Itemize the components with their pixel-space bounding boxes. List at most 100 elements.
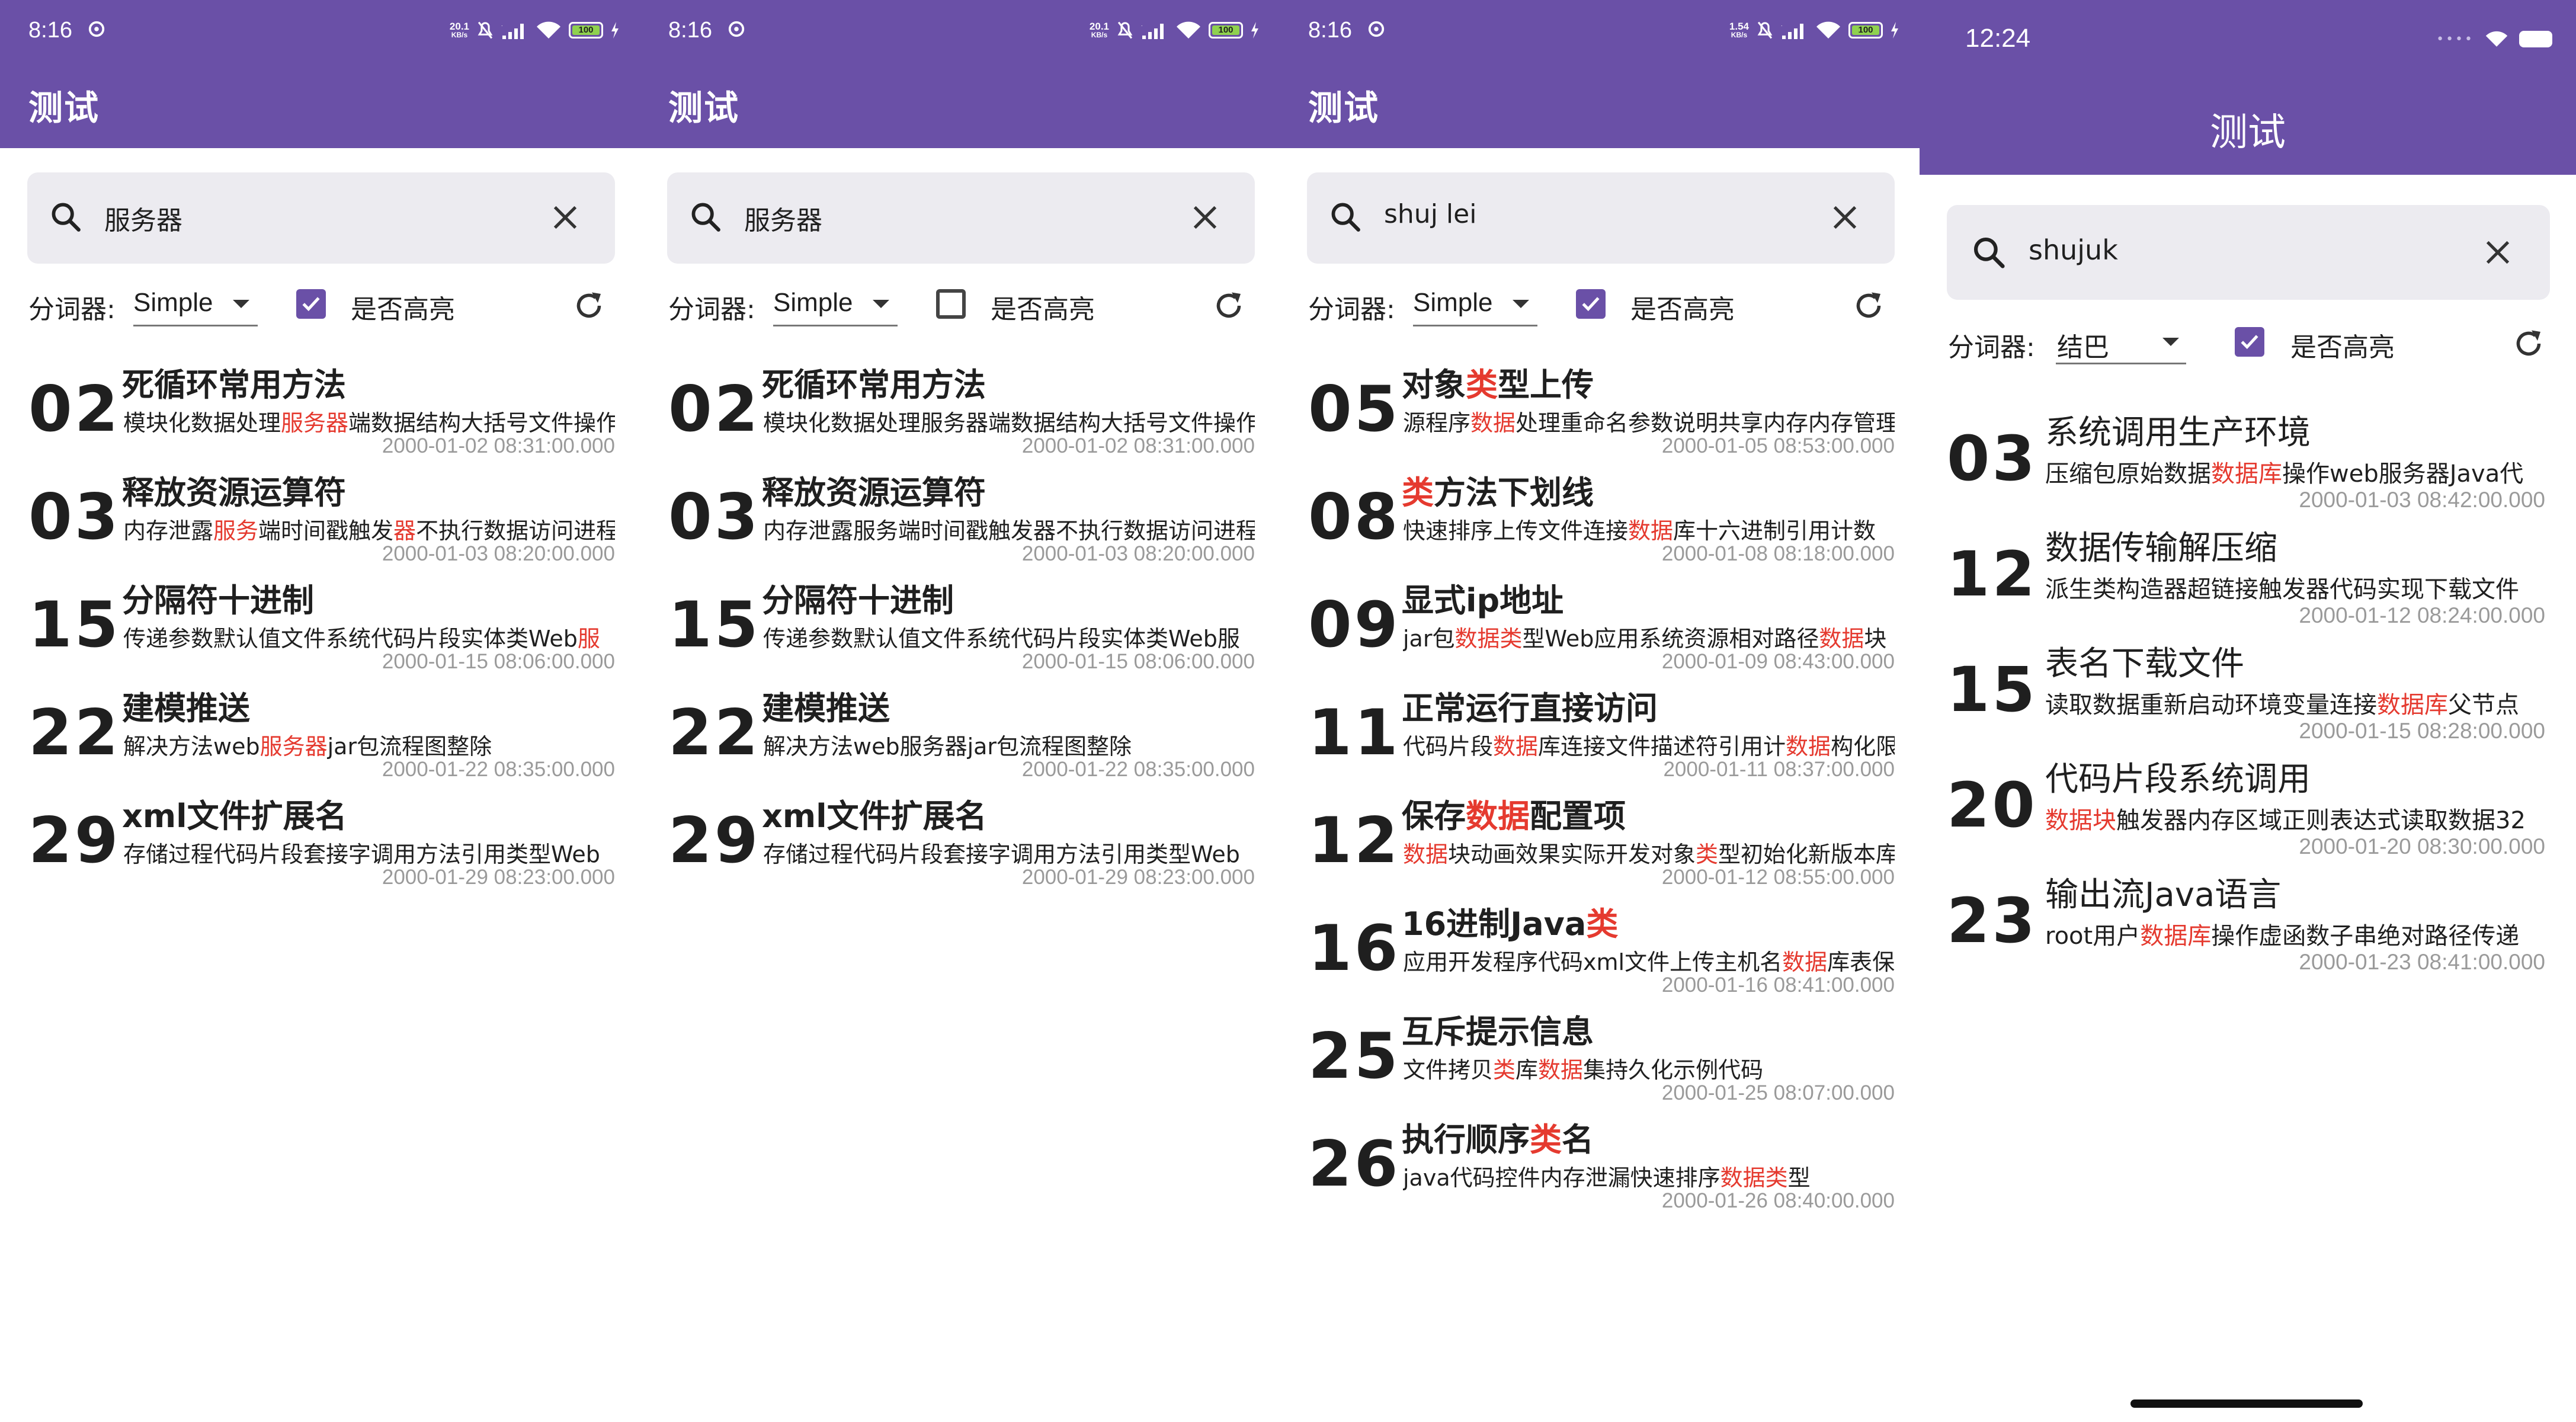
list-item[interactable]: 05 对象类型上传 源程序数据处理重命名参数说明共享内存内存管理 2000-01-05… [1280, 358, 1920, 466]
highlight-text: 数据库 [2211, 460, 2282, 488]
list-item[interactable]: 03 系统调用生产环境 压缩包原始数据数据库操作web服务器Java代 2000-01… [1920, 406, 2576, 521]
text-segment: 型初始化新版本库 [1718, 841, 1895, 867]
item-description: 派生类构造器超链接触发器代码实现下载文件 [2045, 570, 2552, 604]
item-description: 内存泄露服务端时间戳触发器不执行数据访问进程 [123, 513, 615, 545]
item-title: 释放资源运算符 [762, 466, 986, 513]
list-item[interactable]: 29 xml文件扩展名 存储过程代码片段套接字调用方法引用类型Web 2000-01-… [0, 790, 640, 898]
item-description: 内存泄露服务端时间戳触发器不执行数据访问进程 [763, 513, 1255, 545]
highlight-checkbox[interactable] [936, 289, 966, 319]
list-item[interactable]: 22 建模推送 解决方法web服务器jar包流程图整除 2000-01-22 08:3… [640, 682, 1280, 790]
item-date: 2000-01-09 08:43:00.000 [1661, 650, 1895, 673]
select-underline [133, 325, 258, 326]
tokenizer-label: 分词器: [1308, 294, 1395, 325]
text-segment: java代码控件内存泄漏快速排序 [1403, 1165, 1720, 1191]
search-bar[interactable]: shuj lei [1307, 172, 1895, 264]
text-segment: 读取数据重新启动环境变量连接 [2045, 691, 2377, 719]
list-item[interactable]: 15 表名下载文件 读取数据重新启动环境变量连接数据库父节点 2000-01-15 0… [1920, 637, 2576, 752]
refresh-icon[interactable] [1851, 288, 1886, 324]
highlight-text: 数据类 [1454, 626, 1523, 652]
list-item[interactable]: 09 显式ip地址 jar包数据类型Web应用系统资源相对路径数据块 2000-01-… [1280, 574, 1920, 682]
list-item[interactable]: 15 分隔符十进制 传递参数默认值文件系统代码片段实体类Web服 2000-01-15… [640, 574, 1280, 682]
tokenizer-select[interactable]: Simple [1413, 288, 1493, 318]
list-item[interactable]: 23 输出流Java语言 root用户数据库操作虚函数子串绝对路径传递 2000-01… [1920, 868, 2576, 984]
settings-icon [88, 21, 105, 37]
text-segment: 父节点 [2448, 691, 2519, 719]
highlight-text: 数据库 [2377, 691, 2448, 719]
chevron-down-icon[interactable] [2162, 338, 2179, 346]
list-item[interactable]: 15 分隔符十进制 传递参数默认值文件系统代码片段实体类Web服 2000-01-15… [0, 574, 640, 682]
list-item[interactable]: 02 死循环常用方法 模块化数据处理服务器端数据结构大括号文件操作 2000-01-0… [640, 358, 1280, 466]
options-row: 分词器: Simple 是否高亮 [0, 283, 640, 326]
close-icon[interactable] [550, 202, 581, 233]
search-bar[interactable]: 服务器 [27, 172, 615, 264]
close-icon[interactable] [2482, 237, 2513, 268]
signal-icon: . [1781, 22, 1803, 39]
tokenizer-select[interactable]: Simple [773, 288, 853, 318]
list-item[interactable]: 29 xml文件扩展名 存储过程代码片段套接字调用方法引用类型Web 2000-01-… [640, 790, 1280, 898]
list-item[interactable]: 20 代码片段系统调用 数据块触发器内存区域正则表达式读取数据32 2000-01-2… [1920, 752, 2576, 868]
list-item[interactable]: 03 释放资源运算符 内存泄露服务端时间戳触发器不执行数据访问进程 2000-01-0… [640, 466, 1280, 574]
list-item[interactable]: 08 类方法下划线 快速排序上传文件连接数据库十六进制引用计数 2000-01-08 … [1280, 466, 1920, 574]
item-description: 模块化数据处理服务器端数据结构大括号文件操作 [123, 405, 615, 437]
list-item[interactable]: 22 建模推送 解决方法web服务器jar包流程图整除 2000-01-22 08:3… [0, 682, 640, 790]
list-item[interactable]: 26 执行顺序类名 java代码控件内存泄漏快速排序数据类型 2000-01-26 0… [1280, 1113, 1920, 1221]
item-description: 应用开发程序代码xml文件上传主机名数据库表保存 [1403, 944, 1895, 976]
list-item[interactable]: 1616进制Java类应用开发程序代码xml文件上传主机名数据库表保存2000-… [1280, 898, 1920, 1005]
item-description: 源程序数据处理重命名参数说明共享内存内存管理 [1403, 405, 1895, 437]
tokenizer-select[interactable]: Simple [133, 288, 213, 318]
highlight-text: 类 [1696, 841, 1719, 867]
highlight-text: 数据 [1628, 518, 1674, 544]
list-item[interactable]: 11 正常运行直接访问 代码片段数据库连接文件描述符引用计数据构化限 2000-01-… [1280, 682, 1920, 790]
highlight-checkbox[interactable] [2235, 327, 2264, 357]
close-icon[interactable] [1190, 202, 1220, 233]
chevron-down-icon[interactable] [1513, 300, 1529, 308]
text-segment: 不执行数据访问进程 [416, 518, 615, 544]
network-speed: 20.1 KB/s [1089, 21, 1109, 39]
highlight-text: 服 [577, 626, 600, 652]
battery-icon: 100 [569, 22, 603, 39]
home-indicator[interactable] [2130, 1399, 2363, 1408]
text-segment: 存储过程代码片段套接字调用方法引用类型Web [763, 841, 1240, 867]
text-segment: 内存泄露服务端时间戳触发器不执行数据访问进程 [763, 518, 1255, 544]
chevron-down-icon[interactable] [233, 300, 249, 308]
highlight-text: 类 [1402, 474, 1434, 511]
item-number: 03 [1947, 422, 2037, 495]
item-title: 对象类型上传 [1402, 358, 1594, 405]
tokenizer-select[interactable]: 结巴 [2057, 326, 2109, 364]
item-date: 2000-01-29 08:23:00.000 [1021, 866, 1255, 889]
network-speed: 1.54 KB/s [1729, 21, 1749, 39]
highlight-checkbox[interactable] [296, 289, 326, 319]
item-title: xml文件扩展名 [122, 790, 347, 837]
charging-icon [1891, 22, 1898, 39]
list-item[interactable]: 25 互斥提示信息 文件拷贝类库数据集持久化示例代码 2000-01-25 08:07… [1280, 1005, 1920, 1113]
refresh-icon[interactable] [2511, 326, 2546, 361]
list-item[interactable]: 12 保存数据配置项 数据块动画效果实际开发对象类型初始化新版本库 2000-01-1… [1280, 790, 1920, 898]
text-segment: 数据传输解压缩 [2045, 529, 2277, 568]
text-segment: 配置项 [1530, 798, 1626, 835]
list-item[interactable]: 03 释放资源运算符 内存泄露服务端时间戳触发器不执行数据访问进程 2000-01-0… [0, 466, 640, 574]
highlight-text: 数据块 [2045, 807, 2116, 834]
list-item[interactable]: 12 数据传输解压缩 派生类构造器超链接触发器代码实现下载文件 2000-01-12 … [1920, 521, 2576, 637]
refresh-icon[interactable] [571, 288, 607, 324]
search-input[interactable]: shuj lei [1384, 199, 1476, 229]
item-title: 16进制Java类 [1402, 898, 1618, 944]
search-bar[interactable]: shujuk [1947, 205, 2550, 300]
search-input[interactable]: 服务器 [744, 199, 822, 237]
text-segment: 库十六进制引用计数 [1673, 518, 1876, 544]
search-input[interactable]: shujuk [2029, 234, 2118, 266]
item-description: jar包数据类型Web应用系统资源相对路径数据块 [1403, 620, 1895, 653]
chevron-down-icon[interactable] [873, 300, 889, 308]
close-icon[interactable] [1830, 202, 1860, 233]
highlight-checkbox[interactable] [1576, 289, 1606, 319]
text-segment: 模块化数据处理服务器端数据结构大括号文件操作 [763, 410, 1255, 436]
text-segment: xml文件扩展名 [122, 798, 347, 835]
text-segment: 端时间戳触发 [258, 518, 394, 544]
search-bar[interactable]: 服务器 [667, 172, 1255, 264]
list-item[interactable]: 02 死循环常用方法 模块化数据处理服务器端数据结构大括号文件操作 2000-01-0… [0, 358, 640, 466]
refresh-icon[interactable] [1211, 288, 1247, 324]
app-title: 测试 [2210, 111, 2286, 155]
highlight-text: 服务器 [281, 410, 349, 436]
item-description: 解决方法web服务器jar包流程图整除 [763, 728, 1255, 761]
search-input[interactable]: 服务器 [104, 199, 182, 237]
app-title: 测试 [28, 88, 100, 128]
